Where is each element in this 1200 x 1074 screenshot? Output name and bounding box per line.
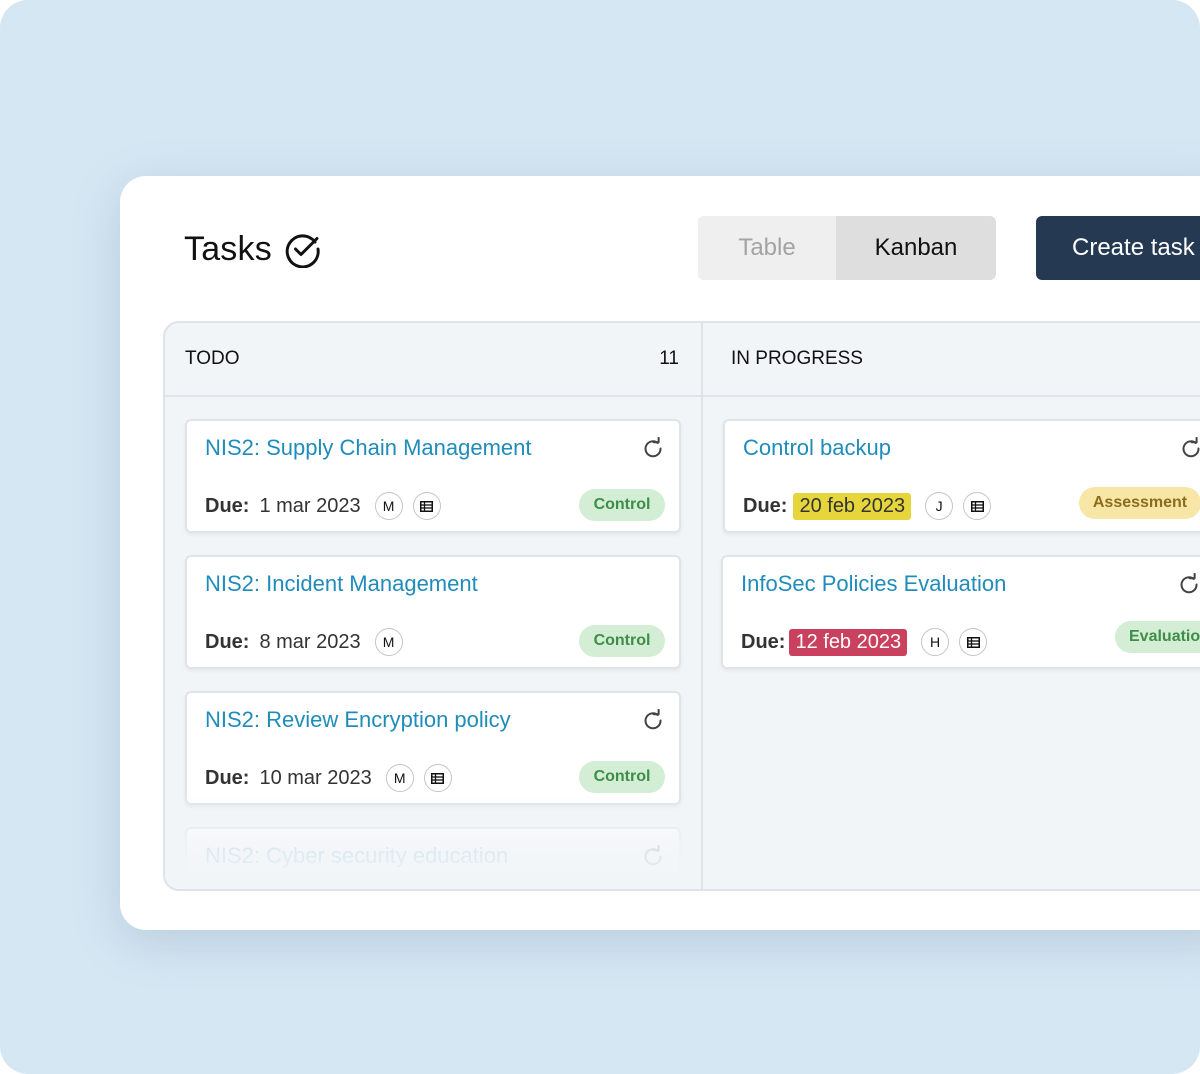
refresh-icon[interactable] [641, 845, 665, 869]
column-header-in-progress: IN PROGRESS [703, 323, 1200, 397]
category-tag: Control [579, 761, 665, 793]
category-tag: Control [579, 625, 665, 657]
avatar[interactable]: H [921, 628, 950, 656]
category-tag: Assessment [1079, 487, 1200, 519]
task-card[interactable]: InfoSec Policies Evaluation Due: 12 feb … [721, 555, 1200, 669]
task-card[interactable]: NIS2: Supply Chain Management Due: 1 mar… [185, 419, 681, 533]
category-tag: Evaluation [1115, 621, 1200, 653]
refresh-icon[interactable] [641, 709, 665, 733]
column-title: TODO [185, 348, 240, 369]
column-divider [701, 323, 703, 889]
due-date: 1 mar 2023 [259, 494, 361, 517]
task-title-link[interactable]: Control backup [743, 435, 891, 461]
document-icon[interactable] [963, 492, 992, 520]
page-header: Tasks [184, 224, 322, 274]
avatar[interactable]: J [925, 492, 954, 520]
document-icon[interactable] [412, 492, 441, 520]
task-card[interactable]: Control backup Due: 20 feb 2023 J Assess… [723, 419, 1200, 533]
column-title: IN PROGRESS [731, 348, 863, 369]
task-title-link[interactable]: NIS2: Review Encryption policy [205, 707, 511, 733]
category-tag: Control [579, 489, 665, 521]
check-circle-icon [284, 230, 322, 269]
due-label: Due: [205, 630, 250, 653]
task-title-link[interactable]: NIS2: Supply Chain Management [205, 435, 532, 461]
avatar[interactable]: M [374, 628, 403, 656]
due-row: Due: 1 mar 2023 M [205, 489, 441, 523]
due-label: Due: [743, 494, 788, 517]
backdrop: Tasks Table Kanban Create task TODO 11 N… [0, 0, 1200, 1074]
due-date-overdue: 12 feb 2023 [789, 628, 908, 656]
view-toggle: Table Kanban [698, 216, 996, 280]
task-title-link[interactable]: NIS2: Cyber security education [205, 843, 508, 869]
kanban-board: TODO 11 NIS2: Supply Chain Management Du… [163, 321, 1200, 891]
avatar[interactable]: M [385, 764, 414, 792]
task-title-link[interactable]: InfoSec Policies Evaluation [741, 571, 1006, 597]
due-date: 8 mar 2023 [259, 630, 361, 653]
due-label: Due: [741, 630, 786, 653]
task-card[interactable]: NIS2: Incident Management Due: 8 mar 202… [185, 555, 681, 669]
due-row: Due: 10 mar 2023 M [205, 761, 452, 795]
tab-kanban[interactable]: Kanban [836, 216, 996, 280]
due-row: Due: 8 mar 2023 M [205, 625, 403, 659]
due-label: Due: [205, 494, 250, 517]
task-title-link[interactable]: NIS2: Incident Management [205, 571, 478, 597]
page-title: Tasks [184, 229, 272, 268]
due-date-warning: 20 feb 2023 [793, 492, 912, 520]
column-count: 11 [659, 348, 679, 369]
tab-table[interactable]: Table [698, 216, 836, 280]
due-row: Due: 12 feb 2023 H [741, 625, 988, 659]
due-date: 10 mar 2023 [259, 766, 372, 789]
create-task-button[interactable]: Create task [1036, 216, 1200, 280]
due-row: Due: 20 feb 2023 J [743, 489, 992, 523]
task-card[interactable]: NIS2: Cyber security education [185, 827, 681, 889]
due-label: Due: [205, 766, 250, 789]
document-icon[interactable] [423, 764, 452, 792]
tasks-window: Tasks Table Kanban Create task TODO 11 N… [120, 176, 1200, 930]
refresh-icon[interactable] [641, 437, 665, 461]
avatar[interactable]: M [374, 492, 403, 520]
task-card[interactable]: NIS2: Review Encryption policy Due: 10 m… [185, 691, 681, 805]
document-icon[interactable] [959, 628, 988, 656]
refresh-icon[interactable] [1177, 573, 1200, 597]
column-header-todo: TODO 11 [165, 323, 701, 397]
refresh-icon[interactable] [1179, 437, 1200, 461]
